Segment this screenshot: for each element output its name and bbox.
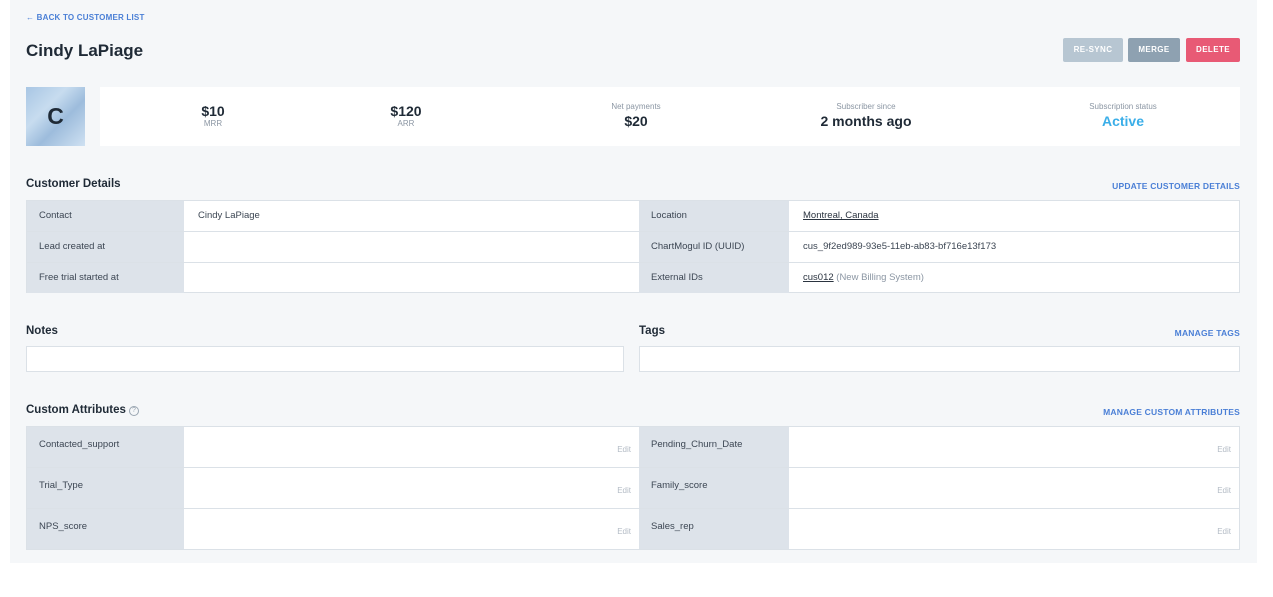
free-trial-label: Free trial started at: [27, 263, 184, 293]
avatar: C: [26, 87, 85, 146]
stat-arr: $120 ARR: [326, 103, 486, 128]
mrr-label: MRR: [203, 119, 223, 128]
attr-contacted-support-value: Edit: [184, 427, 639, 467]
custom-attributes-header: Custom Attributes?: [26, 404, 139, 416]
external-ids-label: External IDs: [639, 263, 789, 293]
custom-attributes-table: Contacted_support Edit Pending_Churn_Dat…: [26, 426, 1240, 550]
resync-button[interactable]: RE-SYNC: [1063, 38, 1123, 62]
attr-sales-rep-value: Edit: [789, 509, 1239, 549]
attr-family-score-label: Family_score: [639, 468, 789, 508]
stat-subscriber-since: Subscriber since 2 months ago: [786, 102, 946, 129]
avatar-initial: C: [47, 103, 64, 129]
uuid-value: cus_9f2ed989-93e5-11eb-ab83-bf716e13f173: [803, 241, 997, 252]
edit-button[interactable]: Edit: [1217, 527, 1231, 536]
edit-button[interactable]: Edit: [617, 486, 631, 495]
attr-sales-rep-label: Sales_rep: [639, 509, 789, 549]
table-row: NPS_score Edit Sales_rep Edit: [27, 509, 1239, 550]
update-customer-details-link[interactable]: UPDATE CUSTOMER DETAILS: [1112, 181, 1240, 191]
external-id-source: (New Billing System): [836, 272, 924, 283]
edit-button[interactable]: Edit: [1217, 445, 1231, 454]
back-to-customer-list-link[interactable]: ← BACK TO CUSTOMER LIST: [26, 13, 145, 22]
external-id-link[interactable]: cus012: [803, 272, 834, 283]
net-payments-label: Net payments: [611, 102, 661, 111]
tags-field[interactable]: [639, 346, 1240, 372]
attr-nps-score-value: Edit: [184, 509, 639, 549]
subscription-status-label: Subscription status: [1089, 102, 1157, 111]
edit-button[interactable]: Edit: [1217, 486, 1231, 495]
table-row: Trial_Type Edit Family_score Edit: [27, 468, 1239, 509]
attr-trial-type-value: Edit: [184, 468, 639, 508]
subscriber-since-value: 2 months ago: [820, 113, 912, 129]
delete-button[interactable]: DELETE: [1186, 38, 1240, 62]
attr-pending-churn-date-label: Pending_Churn_Date: [639, 427, 789, 467]
table-row: Contact Cindy LaPiage Location Montreal,…: [27, 201, 1239, 232]
net-payments-value: $20: [624, 113, 648, 129]
arr-label: ARR: [397, 119, 415, 128]
attr-nps-score-label: NPS_score: [27, 509, 184, 549]
stats-bar: $10 MRR $120 ARR Net payments $20 Subscr…: [100, 87, 1240, 146]
page-title: Cindy LaPiage: [26, 41, 144, 60]
mrr-value: $10: [201, 103, 225, 119]
stat-mrr: $10 MRR: [133, 103, 293, 128]
arr-value: $120: [390, 103, 422, 119]
free-trial-value: [184, 263, 639, 293]
customer-details-table: Contact Cindy LaPiage Location Montreal,…: [26, 200, 1240, 293]
contact-value: Cindy LaPiage: [198, 210, 260, 221]
table-row: Lead created at ChartMogul ID (UUID) cus…: [27, 232, 1239, 263]
subscription-status-value: Active: [1101, 113, 1145, 129]
customer-details-title: Customer Details: [26, 178, 121, 190]
table-row: Free trial started at External IDs cus01…: [27, 263, 1239, 294]
manage-custom-attributes-link[interactable]: MANAGE CUSTOM ATTRIBUTES: [1103, 407, 1240, 417]
tags-title: Tags: [639, 325, 665, 337]
custom-attributes-title: Custom Attributes: [26, 404, 126, 416]
location-label: Location: [639, 201, 789, 231]
location-link[interactable]: Montreal, Canada: [803, 210, 879, 221]
uuid-label: ChartMogul ID (UUID): [639, 232, 789, 262]
attr-family-score-value: Edit: [789, 468, 1239, 508]
lead-created-label: Lead created at: [27, 232, 184, 262]
customer-page: ← BACK TO CUSTOMER LIST Cindy LaPiage RE…: [10, 0, 1257, 563]
attr-contacted-support-label: Contacted_support: [27, 427, 184, 467]
help-icon[interactable]: ?: [128, 406, 139, 416]
notes-title: Notes: [26, 325, 58, 337]
table-row: Contacted_support Edit Pending_Churn_Dat…: [27, 427, 1239, 468]
manage-tags-link[interactable]: MANAGE TAGS: [1175, 328, 1240, 338]
attr-trial-type-label: Trial_Type: [27, 468, 184, 508]
contact-label: Contact: [27, 201, 184, 231]
stat-net-payments: Net payments $20: [556, 102, 716, 129]
edit-button[interactable]: Edit: [617, 445, 631, 454]
notes-field[interactable]: [26, 346, 624, 372]
lead-created-value: [184, 232, 639, 262]
subscriber-since-label: Subscriber since: [836, 102, 896, 111]
attr-pending-churn-date-value: Edit: [789, 427, 1239, 467]
edit-button[interactable]: Edit: [617, 527, 631, 536]
stat-subscription-status: Subscription status Active: [1043, 102, 1203, 129]
merge-button[interactable]: MERGE: [1128, 38, 1180, 62]
